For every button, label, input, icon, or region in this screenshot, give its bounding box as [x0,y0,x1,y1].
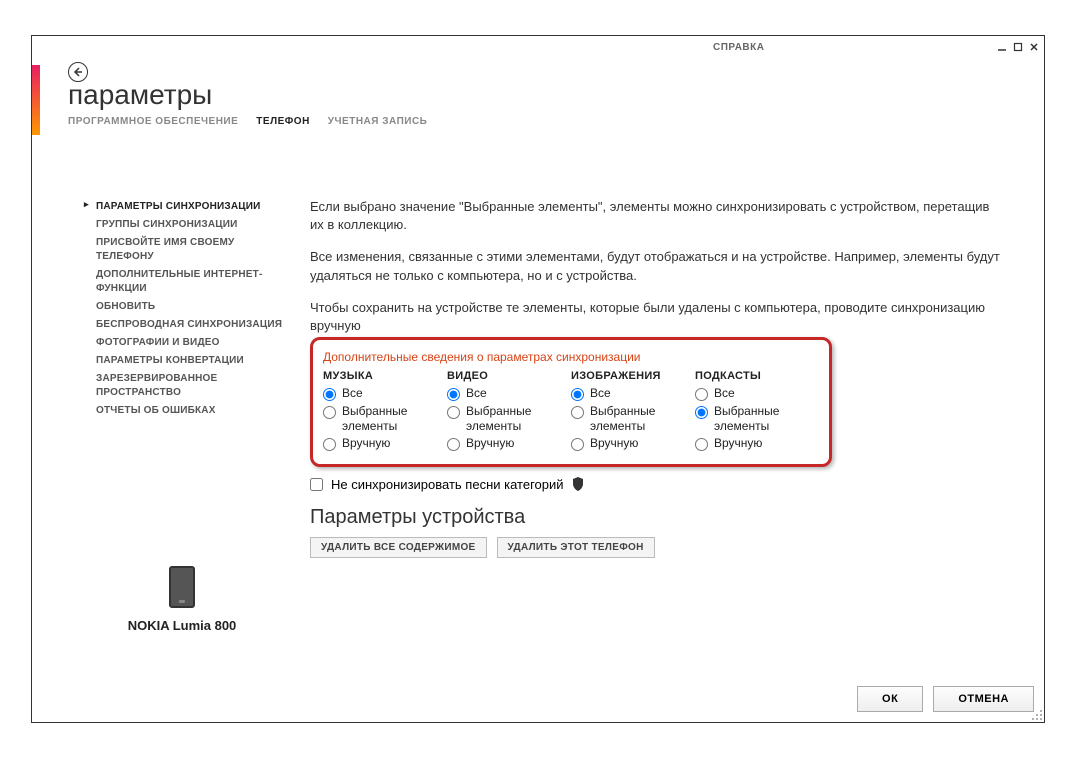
radio-video-manual[interactable]: Вручную [447,436,571,451]
paragraph-1: Если выбрано значение "Выбранные элемент… [310,198,1000,234]
dialog-footer: ОК ОТМЕНА [857,686,1034,712]
category-head-music: МУЗЫКА [323,370,447,382]
no-sync-checkbox[interactable] [310,478,323,491]
resize-grip-icon[interactable] [1031,709,1043,721]
category-head-images: ИЗОБРАЖЕНИЯ [571,370,695,382]
no-sync-label: Не синхронизировать песни категорий [331,477,564,492]
sidebar-item-conversion[interactable]: ПАРАМЕТРЫ КОНВЕРТАЦИИ [86,352,286,370]
radio-music-selected[interactable]: Выбранные элементы [323,404,447,433]
minimize-button[interactable] [996,41,1008,53]
category-music: МУЗЫКА Все Выбранные элементы Вручную [323,370,447,454]
device-name-label: NOKIA Lumia 800 [107,618,257,633]
radio-images-selected[interactable]: Выбранные элементы [571,404,695,433]
sidebar: ПАРАМЕТРЫ СИНХРОНИЗАЦИИ ГРУППЫ СИНХРОНИЗ… [86,198,286,420]
tab-software[interactable]: ПРОГРАММНОЕ ОБЕСПЕЧЕНИЕ [68,116,238,127]
radio-images-manual[interactable]: Вручную [571,436,695,451]
radio-podcasts-selected[interactable]: Выбранные элементы [695,404,819,433]
delete-phone-button[interactable]: УДАЛИТЬ ЭТОТ ТЕЛЕФОН [497,537,655,558]
no-sync-checkbox-row: Не синхронизировать песни категорий [310,477,1000,492]
category-head-video: ВИДЕО [447,370,571,382]
paragraph-3: Чтобы сохранить на устройстве те элемент… [310,299,1000,335]
radio-podcasts-all[interactable]: Все [695,386,819,401]
phone-icon [169,566,195,608]
tab-account[interactable]: УЧЕТНАЯ ЗАПИСЬ [328,116,428,127]
shield-icon [572,477,584,491]
tab-phone[interactable]: ТЕЛЕФОН [256,116,310,127]
category-images: ИЗОБРАЖЕНИЯ Все Выбранные элементы Вручн… [571,370,695,454]
ok-button[interactable]: ОК [857,686,923,712]
device-params-heading: Параметры устройства [310,506,1000,529]
sidebar-item-sync-groups[interactable]: ГРУППЫ СИНХРОНИЗАЦИИ [86,216,286,234]
radio-podcasts-manual[interactable]: Вручную [695,436,819,451]
page-title: параметры [68,79,212,111]
category-video: ВИДЕО Все Выбранные элементы Вручную [447,370,571,454]
radio-images-all[interactable]: Все [571,386,695,401]
settings-window: СПРАВКА параметры ПРОГРАММНОЕ ОБЕСПЕЧЕНИ… [32,36,1044,722]
radio-video-all[interactable]: Все [447,386,571,401]
radio-music-all[interactable]: Все [323,386,447,401]
help-link[interactable]: СПРАВКА [713,42,764,53]
category-podcasts: ПОДКАСТЫ Все Выбранные элементы Вручную [695,370,819,454]
sidebar-item-internet[interactable]: ДОПОЛНИТЕЛЬНЫЕ ИНТЕРНЕТ-ФУНКЦИИ [86,266,286,298]
titlebar [996,36,1044,58]
sidebar-item-name-phone[interactable]: ПРИСВОЙТЕ ИМЯ СВОЕМУ ТЕЛЕФОНУ [86,234,286,266]
device-panel: NOKIA Lumia 800 [107,566,257,633]
sidebar-item-photos-video[interactable]: ФОТОГРАФИИ И ВИДЕО [86,334,286,352]
cancel-button[interactable]: ОТМЕНА [933,686,1034,712]
close-button[interactable] [1028,41,1040,53]
delete-content-button[interactable]: УДАЛИТЬ ВСЕ СОДЕРЖИМОЕ [310,537,487,558]
sidebar-item-wireless-sync[interactable]: БЕСПРОВОДНАЯ СИНХРОНИЗАЦИЯ [86,316,286,334]
radio-video-selected[interactable]: Выбранные элементы [447,404,571,433]
sync-info-link[interactable]: Дополнительные сведения о параметрах син… [323,350,641,364]
sidebar-item-sync-params[interactable]: ПАРАМЕТРЫ СИНХРОНИЗАЦИИ [86,198,286,216]
sidebar-item-reserved-space[interactable]: ЗАРЕЗЕРВИРОВАННОЕ ПРОСТРАНСТВО [86,370,286,402]
tabs: ПРОГРАММНОЕ ОБЕСПЕЧЕНИЕ ТЕЛЕФОН УЧЕТНАЯ … [68,116,427,127]
paragraph-2: Все изменения, связанные с этими элемент… [310,248,1000,284]
maximize-button[interactable] [1012,41,1024,53]
category-row: МУЗЫКА Все Выбранные элементы Вручную ВИ… [323,370,819,454]
sidebar-item-update[interactable]: ОБНОВИТЬ [86,298,286,316]
content-area: Если выбрано значение "Выбранные элемент… [310,198,1000,558]
device-buttons-row: УДАЛИТЬ ВСЕ СОДЕРЖИМОЕ УДАЛИТЬ ЭТОТ ТЕЛЕ… [310,537,1000,558]
sync-options-highlight: Дополнительные сведения о параметрах син… [310,337,832,467]
radio-music-manual[interactable]: Вручную [323,436,447,451]
accent-bar [32,65,40,135]
category-head-podcasts: ПОДКАСТЫ [695,370,819,382]
sidebar-item-error-reports[interactable]: ОТЧЕТЫ ОБ ОШИБКАХ [86,402,286,420]
